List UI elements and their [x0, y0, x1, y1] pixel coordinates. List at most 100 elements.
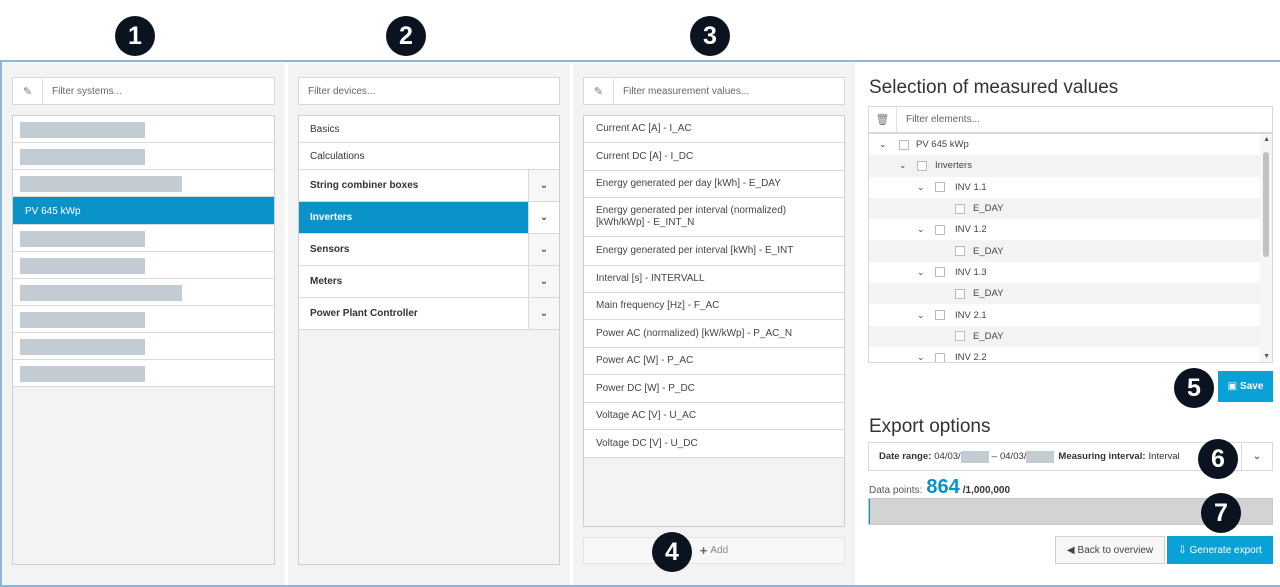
save-button[interactable]: ▣ Save — [1218, 371, 1273, 402]
tree-node-label: INV 2.1 — [955, 309, 987, 321]
redacted-name — [20, 176, 182, 192]
system-item-selected[interactable]: PV 645 kWp — [13, 197, 274, 225]
tree-node[interactable]: ⌄ INV 2.2 — [869, 347, 1272, 362]
tree-node[interactable]: E_DAY — [869, 240, 1272, 262]
redacted-name — [20, 366, 145, 382]
system-item[interactable] — [13, 306, 274, 333]
device-group-meters[interactable]: Meters ⌄ — [299, 266, 559, 298]
device-group-string-combiner-boxes[interactable]: String combiner boxes ⌄ — [299, 170, 559, 202]
system-item[interactable] — [13, 170, 274, 197]
datapoints-label: Data points: — [869, 485, 923, 496]
system-item[interactable] — [13, 360, 274, 387]
chevron-down-icon[interactable]: ⌄ — [528, 266, 559, 297]
device-group-sensors[interactable]: Sensors ⌄ — [299, 234, 559, 266]
chevron-down-icon[interactable]: ⌄ — [528, 234, 559, 265]
back-to-overview-button[interactable]: ◀ Back to overview — [1055, 536, 1165, 564]
device-group-power-plant-controller[interactable]: Power Plant Controller ⌄ — [299, 298, 559, 330]
systems-filter-input[interactable] — [43, 78, 274, 104]
devices-filter-input[interactable] — [299, 78, 559, 104]
chevron-down-icon[interactable]: ⌄ — [1241, 443, 1272, 470]
checkbox[interactable] — [935, 267, 945, 278]
measurement-item[interactable]: Interval [s] - INTERVALL — [584, 266, 844, 293]
filter-icon[interactable]: ✎ — [584, 78, 614, 104]
tree-node[interactable]: ⌄ Inverters — [869, 155, 1272, 177]
system-item[interactable] — [13, 333, 274, 360]
measurement-item[interactable]: Power DC [W] - P_DC — [584, 375, 844, 403]
chevron-down-icon[interactable]: ⌄ — [917, 310, 925, 321]
tree-scrollbar[interactable]: ▲ ▼ — [1260, 134, 1272, 362]
chevron-down-icon[interactable]: ⌄ — [528, 202, 559, 233]
chevron-down-icon[interactable]: ⌄ — [528, 170, 559, 201]
checkbox[interactable] — [955, 203, 965, 214]
measurement-item[interactable]: Energy generated per day [kWh] - E_DAY — [584, 171, 844, 198]
measurement-item[interactable]: Current AC [A] - I_AC — [584, 116, 844, 143]
generate-export-button[interactable]: ⇩ Generate export — [1167, 536, 1273, 564]
redacted-name — [20, 285, 182, 301]
add-button[interactable]: + Add — [583, 537, 845, 564]
chevron-down-icon[interactable]: ⌄ — [528, 298, 559, 329]
chevron-down-icon[interactable]: ⌄ — [879, 139, 887, 150]
measurement-item[interactable]: Energy generated per interval [kWh] - E_… — [584, 237, 844, 266]
measurement-item[interactable]: Power AC (normalized) [kW/kWp] - P_AC_N — [584, 320, 844, 348]
redacted-year — [1026, 450, 1055, 463]
system-item[interactable] — [13, 252, 274, 279]
system-item[interactable] — [13, 116, 274, 143]
device-group-label: String combiner boxes — [310, 180, 419, 191]
selection-filter-input[interactable] — [897, 107, 1272, 132]
checkbox[interactable] — [955, 331, 965, 342]
measurement-item[interactable]: Voltage AC [V] - U_AC — [584, 403, 844, 430]
checkbox[interactable] — [955, 246, 965, 257]
tree-node[interactable]: ⌄ INV 1.1 — [869, 177, 1272, 198]
measurement-item[interactable]: Voltage DC [V] - U_DC — [584, 430, 844, 458]
system-item[interactable] — [13, 279, 274, 306]
tree-node-label: E_DAY — [973, 288, 1004, 300]
checkbox[interactable] — [935, 310, 945, 321]
measurement-item[interactable]: Main frequency [Hz] - F_AC — [584, 293, 844, 320]
selection-tree: ⌄ PV 645 kWp ⌄ Inverters ⌄ INV 1.1 E_DAY… — [868, 133, 1273, 363]
tree-node-label: INV 1.2 — [955, 224, 987, 236]
chevron-down-icon[interactable]: ⌄ — [917, 182, 925, 193]
device-group-label: Power Plant Controller — [310, 308, 418, 319]
tree-node[interactable]: E_DAY — [869, 197, 1272, 220]
checkbox[interactable] — [935, 352, 945, 362]
tree-node[interactable]: ⌄ INV 1.3 — [869, 262, 1272, 283]
scroll-up-icon[interactable]: ▲ — [1263, 136, 1270, 143]
marker-5: 5 — [1174, 368, 1214, 408]
measurements-filter-input[interactable] — [614, 78, 844, 104]
download-icon: ⇩ — [1178, 544, 1187, 556]
checkbox[interactable] — [917, 160, 927, 171]
device-group-label: Inverters — [310, 212, 353, 223]
system-item[interactable] — [13, 143, 274, 170]
chevron-down-icon[interactable]: ⌄ — [917, 224, 925, 235]
device-item-calculations[interactable]: Calculations — [299, 143, 559, 170]
tree-node[interactable]: E_DAY — [869, 325, 1272, 347]
device-group-inverters[interactable]: Inverters ⌄ — [299, 202, 559, 234]
measurement-item[interactable]: Energy generated per interval (normalize… — [584, 198, 844, 237]
tree-node-label: E_DAY — [973, 245, 1004, 257]
scroll-down-icon[interactable]: ▼ — [1263, 353, 1270, 360]
tree-node[interactable]: ⌄ INV 2.1 — [869, 304, 1272, 325]
system-item-label: PV 645 kWp — [25, 206, 81, 217]
checkbox[interactable] — [899, 139, 909, 150]
chevron-down-icon[interactable]: ⌄ — [917, 267, 925, 278]
system-item[interactable] — [13, 225, 274, 252]
checkbox[interactable] — [935, 224, 945, 235]
chevron-down-icon[interactable]: ⌄ — [899, 160, 907, 171]
tree-node[interactable]: E_DAY — [869, 283, 1272, 305]
device-group-label: Meters — [310, 276, 343, 287]
interval-label: Measuring interval: — [1058, 451, 1146, 462]
device-item-basics[interactable]: Basics — [299, 116, 559, 143]
chevron-down-icon[interactable]: ⌄ — [917, 352, 925, 362]
tree-node[interactable]: ⌄ PV 645 kWp — [869, 134, 1272, 155]
tree-node-label: Inverters — [935, 160, 972, 172]
measurements-list: Current AC [A] - I_AC Current DC [A] - I… — [583, 115, 845, 527]
trash-icon[interactable]: 🗑 — [869, 107, 897, 132]
checkbox[interactable] — [955, 288, 965, 299]
scrollbar-thumb[interactable] — [1263, 152, 1269, 257]
measurement-item[interactable]: Current DC [A] - I_DC — [584, 143, 844, 171]
checkbox[interactable] — [935, 182, 945, 193]
measurement-item[interactable]: Power AC [W] - P_AC — [584, 348, 844, 375]
tree-node[interactable]: ⌄ INV 1.2 — [869, 219, 1272, 240]
redacted-year — [960, 450, 989, 463]
filter-icon[interactable]: ✎ — [13, 78, 43, 104]
